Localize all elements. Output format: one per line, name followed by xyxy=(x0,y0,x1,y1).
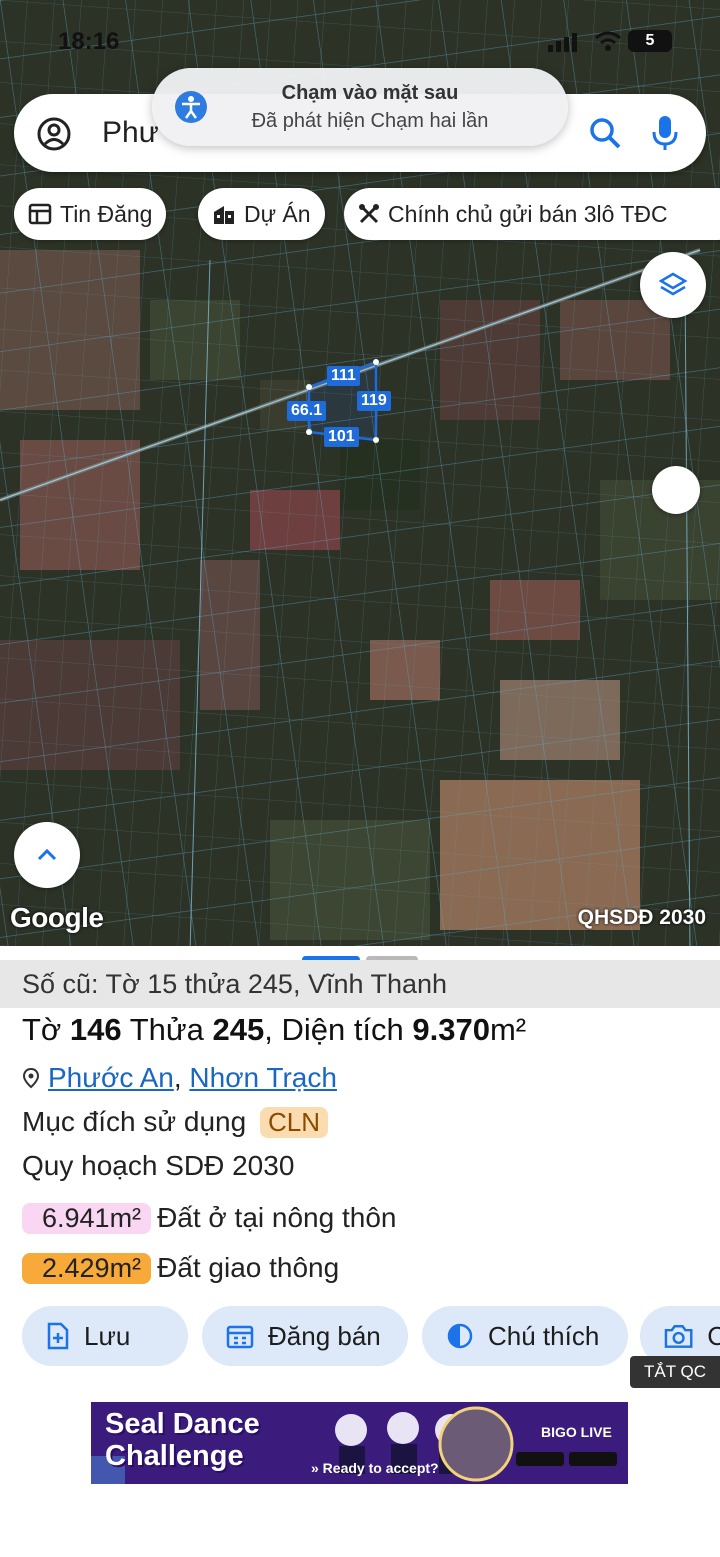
plan-layer-label: QHSDĐ 2030 xyxy=(577,906,706,929)
chevron-up-icon xyxy=(37,848,57,861)
legend-button[interactable]: Chú thích xyxy=(422,1306,628,1366)
chip-chinh-chu[interactable]: Chính chủ gửi bán 3lô TĐC xyxy=(344,188,720,240)
microphone-icon[interactable] xyxy=(650,114,680,152)
wifi-icon xyxy=(595,31,621,51)
ad-banner[interactable]: Seal Dance Challenge » Ready to accept? … xyxy=(91,1402,628,1484)
status-bar: 18:16 5 xyxy=(0,24,720,60)
search-icon[interactable] xyxy=(588,116,622,150)
layers-button[interactable] xyxy=(640,252,706,318)
parcel-edge-label-top: 111 xyxy=(327,366,360,386)
expand-sheet-button[interactable] xyxy=(14,822,80,888)
chip-label: Dự Án xyxy=(244,200,311,227)
layers-icon xyxy=(658,272,688,296)
area-label: , Diện tích xyxy=(264,1012,404,1047)
purpose-code-badge: CLN xyxy=(259,1107,328,1138)
zone-area-badge: 6.941m² xyxy=(22,1203,152,1234)
chip-du-an[interactable]: Dự Án xyxy=(198,188,325,240)
save-button[interactable]: Lưu xyxy=(22,1306,188,1366)
ward-link[interactable]: Phước An xyxy=(48,1062,174,1093)
zone-row-transport: 2.429m² Đất giao thông xyxy=(22,1252,339,1284)
ad-title-line1: Seal Dance xyxy=(105,1408,260,1440)
search-input[interactable]: Phư xyxy=(102,116,159,150)
parcel-info-sheet[interactable]: Số cũ: Tờ 15 thửa 245, Vĩnh Thanh Tờ 146… xyxy=(0,946,720,1557)
parcel-title: Tờ 146 Thửa 245, Diện tích 9.370m² xyxy=(22,1012,526,1048)
chip-tin-dang[interactable]: Tin Đăng xyxy=(14,188,167,240)
status-time: 18:16 xyxy=(58,28,120,55)
chip-label: Chính chủ gửi bán 3lô TĐC xyxy=(388,200,668,227)
post-sale-button[interactable]: Đăng bán xyxy=(202,1306,408,1366)
assistive-touch-button[interactable] xyxy=(652,466,700,514)
location-row: Phước An, Nhơn Trạch xyxy=(22,1062,337,1094)
location-pin-icon xyxy=(22,1067,40,1089)
account-icon[interactable] xyxy=(36,116,72,152)
newspaper-icon xyxy=(28,203,52,225)
save-label: Lưu xyxy=(84,1320,131,1351)
google-logo: Google xyxy=(10,902,104,933)
ad-off-button[interactable]: TẮT QC xyxy=(630,1356,720,1388)
back-tap-toast: Chạm vào mặt sau Đã phát hiện Chạm hai l… xyxy=(152,68,568,146)
area-value: 9.370 xyxy=(412,1012,490,1047)
ad-title-line2: Challenge xyxy=(105,1440,244,1472)
contrast-icon xyxy=(447,1323,473,1349)
post-sale-label: Đăng bán xyxy=(268,1320,381,1351)
building-icon xyxy=(214,206,234,224)
signal-icon xyxy=(548,33,577,52)
purpose-label: Mục đích sử dụng xyxy=(22,1106,247,1137)
chip-label: Tin Đăng xyxy=(60,200,153,227)
legend-label: Chú thích xyxy=(488,1320,600,1351)
thua-label: Thửa xyxy=(129,1012,204,1047)
capture-label: C xyxy=(707,1320,720,1351)
camera-icon xyxy=(664,1325,693,1348)
plan-title: Quy hoạch SDĐ 2030 xyxy=(22,1150,295,1181)
parcel-edge-label-left: 66.1 xyxy=(287,401,327,421)
parcel-edge-label-bottom: 101 xyxy=(324,427,359,447)
ad-cta: » Ready to accept? xyxy=(311,1460,439,1476)
to-value: 146 xyxy=(69,1012,122,1047)
thua-value: 245 xyxy=(212,1012,265,1047)
battery-indicator: 5 xyxy=(628,30,672,52)
to-label: Tờ xyxy=(22,1012,62,1047)
old-parcel-info: Số cũ: Tờ 15 thửa 245, Vĩnh Thanh xyxy=(0,960,720,1008)
parcel-edge-label-right: 119 xyxy=(357,391,391,411)
map-view[interactable]: 111 66.1 119 101 18:16 5 Phư Chạm vào mặ… xyxy=(0,0,720,952)
zone-area-badge: 2.429m² xyxy=(22,1253,152,1284)
tools-icon xyxy=(359,204,379,224)
district-link[interactable]: Nhơn Trạch xyxy=(189,1062,337,1093)
add-document-icon xyxy=(47,1322,69,1350)
zone-row-residential: 6.941m² Đất ở tại nông thôn xyxy=(22,1202,396,1234)
purpose-row: Mục đích sử dụng CLN xyxy=(22,1106,328,1138)
toast-subtitle: Đã phát hiện Chạm hai lần xyxy=(251,110,489,132)
area-unit: m² xyxy=(489,1012,527,1047)
ad-brand: BIGO LIVE xyxy=(541,1424,612,1440)
calendar-icon xyxy=(226,1325,254,1349)
zone-label: Đất giao thông xyxy=(157,1252,340,1283)
zone-label: Đất ở tại nông thôn xyxy=(157,1202,397,1233)
toast-title: Chạm vào mặt sau xyxy=(281,82,459,104)
